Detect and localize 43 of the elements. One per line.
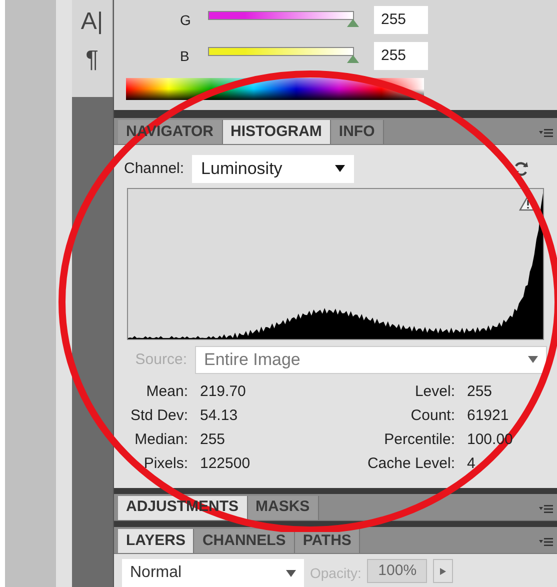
- refresh-icon[interactable]: [513, 160, 529, 177]
- opacity-stepper[interactable]: [433, 559, 454, 584]
- stat-label: Mean:: [145, 382, 188, 402]
- stat-label: Median:: [134, 430, 188, 450]
- channel-dropdown[interactable]: Luminosity: [192, 154, 354, 183]
- panel-tab[interactable]: LAYERS: [118, 529, 194, 554]
- caret-icon: [286, 570, 296, 577]
- panel-tab[interactable]: MASKS: [248, 496, 319, 520]
- stat-value: 4: [467, 454, 476, 474]
- channel-label: Channel:: [124, 158, 184, 179]
- stat-label: Percentile:: [383, 430, 455, 450]
- stat-value: 219.70: [200, 382, 247, 402]
- stat-value: 122500: [200, 454, 252, 474]
- value-field[interactable]: 255: [374, 6, 428, 34]
- caret-icon: [335, 165, 346, 172]
- source-dropdown[interactable]: Entire Image: [195, 346, 547, 374]
- opacity-field[interactable]: 100%: [367, 559, 428, 584]
- slider-thumb[interactable]: [347, 55, 359, 63]
- blend-mode-dropdown[interactable]: Normal: [122, 559, 304, 587]
- stat-label: Level:: [414, 382, 455, 402]
- caret-icon: [528, 356, 538, 364]
- panel-menu-icon[interactable]: [539, 128, 553, 137]
- panel-menu-icon[interactable]: [539, 504, 553, 512]
- caret-icon: [438, 568, 448, 575]
- slider-thumb[interactable]: [347, 19, 359, 27]
- panel-tab[interactable]: CHANNELS: [194, 529, 295, 554]
- stat-value: 61921: [467, 406, 510, 426]
- stat-label: Std Dev:: [129, 406, 188, 426]
- stat-label: Cache Level:: [366, 454, 455, 474]
- channel-label: G: [180, 10, 192, 30]
- stat-value: 255: [467, 382, 494, 402]
- panel-menu-icon[interactable]: [539, 538, 553, 546]
- value-field[interactable]: 255: [374, 42, 428, 70]
- tool-button[interactable]: A|: [80, 10, 104, 34]
- channel-label: B: [180, 46, 190, 66]
- stat-value: 54.13: [200, 406, 239, 426]
- source-label: Source:: [134, 350, 187, 370]
- tool-button[interactable]: ¶: [86, 48, 98, 72]
- stat-value: 255: [200, 430, 226, 450]
- panel-tab[interactable]: HISTOGRAM: [222, 120, 331, 144]
- panel-tab[interactable]: INFO: [330, 120, 384, 144]
- stat-label: Count:: [410, 406, 455, 426]
- stat-label: Pixels:: [142, 454, 188, 474]
